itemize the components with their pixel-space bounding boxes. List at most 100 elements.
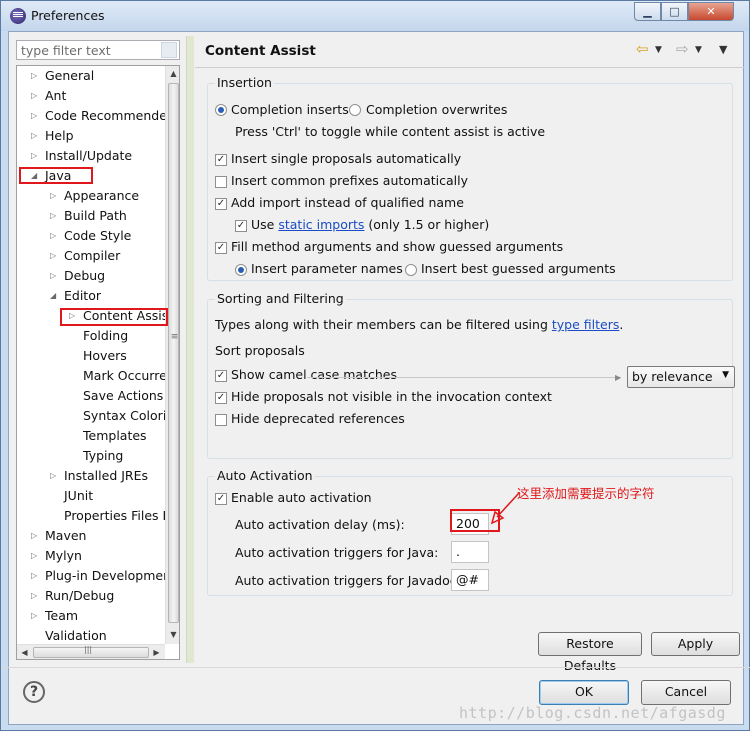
ok-button[interactable]: OK <box>539 680 629 705</box>
tree-item[interactable]: ▷ Installed JREs <box>50 466 165 486</box>
type-filters-link[interactable]: type filters <box>552 317 620 332</box>
expand-arrow-icon[interactable] <box>50 506 62 526</box>
tree-item-label: Ant <box>45 88 67 103</box>
tree-item[interactable]: Folding <box>69 326 165 346</box>
tree-item[interactable]: ▷ Mylyn <box>31 546 165 566</box>
tree-item[interactable]: Templates <box>69 426 165 446</box>
expand-arrow-icon[interactable]: ▷ <box>31 546 43 566</box>
expand-arrow-icon[interactable]: ▷ <box>31 606 43 626</box>
insert-single-checkbox[interactable]: ✓ <box>215 154 227 166</box>
static-imports-link[interactable]: static imports <box>278 217 364 232</box>
expand-arrow-icon[interactable]: ▷ <box>31 566 43 586</box>
expand-arrow-icon[interactable]: ▷ <box>31 66 43 86</box>
tree-item[interactable]: Properties Files Editor <box>50 506 165 526</box>
add-import-checkbox[interactable]: ✓ <box>215 198 227 210</box>
enable-auto-activation-checkbox[interactable]: ✓ <box>215 493 227 505</box>
tree-vertical-scrollbar[interactable]: ▲ ≡ ▼ <box>165 66 179 644</box>
forward-arrow-icon[interactable]: ⇨ <box>676 40 689 58</box>
vertical-scroll-thumb[interactable]: ≡ <box>168 83 179 623</box>
tree-item[interactable]: ▷ Plug-in Development <box>31 566 165 586</box>
expand-arrow-icon[interactable] <box>50 486 62 506</box>
tree-item[interactable]: ▷ Maven <box>31 526 165 546</box>
expand-arrow-icon[interactable]: ▷ <box>31 106 43 126</box>
expand-arrow-icon[interactable] <box>69 426 81 446</box>
expand-arrow-icon[interactable]: ▷ <box>50 266 62 286</box>
insert-parameter-names-radio[interactable] <box>235 264 247 276</box>
completion-overwrites-radio[interactable] <box>349 104 361 116</box>
tree-item[interactable]: ▷ Team <box>31 606 165 626</box>
scroll-left-icon[interactable]: ◀ <box>17 645 32 659</box>
tree-item[interactable]: Validation <box>31 626 165 644</box>
title-bar[interactable]: Preferences ▁ □ ✕ <box>1 1 749 31</box>
expand-arrow-icon[interactable]: ▷ <box>50 226 62 246</box>
clear-filter-icon[interactable] <box>161 42 177 58</box>
tree-item[interactable]: Syntax Coloring <box>69 406 165 426</box>
tree-item[interactable]: ◢ Editor <box>50 286 165 306</box>
tree-horizontal-scrollbar[interactable]: ◀ ||| ▶ <box>17 644 165 659</box>
fill-arguments-checkbox[interactable]: ✓ <box>215 242 227 254</box>
expand-arrow-icon[interactable] <box>69 326 81 346</box>
apply-button[interactable]: Apply <box>651 632 740 656</box>
restore-defaults-button[interactable]: Restore Defaults <box>538 632 642 673</box>
tree-item[interactable]: ▷ Help <box>31 126 165 146</box>
tree-item[interactable]: ▷ Build Path <box>50 206 165 226</box>
insert-best-guessed-radio[interactable] <box>405 264 417 276</box>
tree-item[interactable]: ▷ Install/Update <box>31 146 165 166</box>
tree-item[interactable]: Mark Occurrences <box>69 366 165 386</box>
expand-arrow-icon[interactable] <box>69 366 81 386</box>
tree-item[interactable]: ▷ Debug <box>50 266 165 286</box>
scroll-down-icon[interactable]: ▼ <box>166 627 179 643</box>
completion-inserts-radio[interactable] <box>215 104 227 116</box>
expanded-arrow-icon[interactable]: ◢ <box>50 286 62 306</box>
hide-deprecated-checkbox[interactable] <box>215 414 227 426</box>
tree-item[interactable]: ▷ Run/Debug <box>31 586 165 606</box>
expand-arrow-icon[interactable]: ▷ <box>31 146 43 166</box>
java-triggers-input[interactable]: . <box>451 541 489 563</box>
scroll-up-icon[interactable]: ▲ <box>166 66 179 82</box>
minimize-button[interactable]: ▁ <box>634 2 661 21</box>
tree-item[interactable]: ▷Code Recommenders <box>31 106 165 126</box>
tree-item[interactable]: Typing <box>69 446 165 466</box>
horizontal-scroll-thumb[interactable]: ||| <box>33 645 149 658</box>
tree-item[interactable]: ▷ Ant <box>31 86 165 106</box>
expand-arrow-icon[interactable]: ▷ <box>31 586 43 606</box>
expand-arrow-icon[interactable] <box>69 446 81 466</box>
expand-arrow-icon[interactable]: ▷ <box>50 186 62 206</box>
tree-item[interactable]: JUnit <box>50 486 165 506</box>
back-arrow-icon[interactable]: ⇦ <box>636 40 649 58</box>
hide-not-visible-label: Hide proposals not visible in the invoca… <box>231 389 552 404</box>
preferences-tree[interactable]: ▷General▷Ant▷Code Recommenders▷Help▷Inst… <box>16 65 180 660</box>
expand-arrow-icon[interactable] <box>69 406 81 426</box>
forward-history-dropdown-icon[interactable]: ▼ <box>695 45 702 55</box>
expand-arrow-icon[interactable]: ▷ <box>31 86 43 106</box>
expand-arrow-icon[interactable] <box>69 346 81 366</box>
expand-arrow-icon[interactable] <box>31 626 43 644</box>
expand-arrow-icon[interactable]: ▷ <box>50 466 62 486</box>
tree-item[interactable]: Save Actions <box>69 386 165 406</box>
tree-item[interactable]: ▷ General <box>31 66 165 86</box>
expand-arrow-icon[interactable]: ▷ <box>31 126 43 146</box>
expand-arrow-icon[interactable]: ▷ <box>50 206 62 226</box>
close-button[interactable]: ✕ <box>688 2 734 21</box>
expand-arrow-icon[interactable] <box>69 386 81 406</box>
help-icon[interactable]: ? <box>23 681 45 703</box>
use-static-imports-checkbox[interactable]: ✓ <box>235 220 247 232</box>
tree-item[interactable]: ▷ Code Style <box>50 226 165 246</box>
show-camel-case-checkbox[interactable]: ✓ <box>215 370 227 382</box>
tree-item[interactable]: Hovers <box>69 346 165 366</box>
tree-item[interactable]: ▷ Appearance <box>50 186 165 206</box>
hide-not-visible-checkbox[interactable]: ✓ <box>215 392 227 404</box>
tree-item[interactable]: ▷ Compiler <box>50 246 165 266</box>
filter-input[interactable]: type filter text <box>16 40 180 60</box>
view-menu-icon[interactable]: ▼ <box>719 43 727 56</box>
cancel-button[interactable]: Cancel <box>641 680 731 705</box>
sort-proposals-select[interactable]: by relevance ▼ <box>627 366 735 388</box>
maximize-button[interactable]: □ <box>661 2 688 21</box>
javadoc-triggers-input[interactable]: @# <box>451 569 489 591</box>
back-history-dropdown-icon[interactable]: ▼ <box>655 45 662 55</box>
insert-common-checkbox[interactable] <box>215 176 227 188</box>
scroll-right-icon[interactable]: ▶ <box>149 645 164 659</box>
expand-arrow-icon[interactable]: ▷ <box>31 526 43 546</box>
expand-arrow-icon[interactable]: ▷ <box>50 246 62 266</box>
pane-sash[interactable] <box>186 36 194 663</box>
